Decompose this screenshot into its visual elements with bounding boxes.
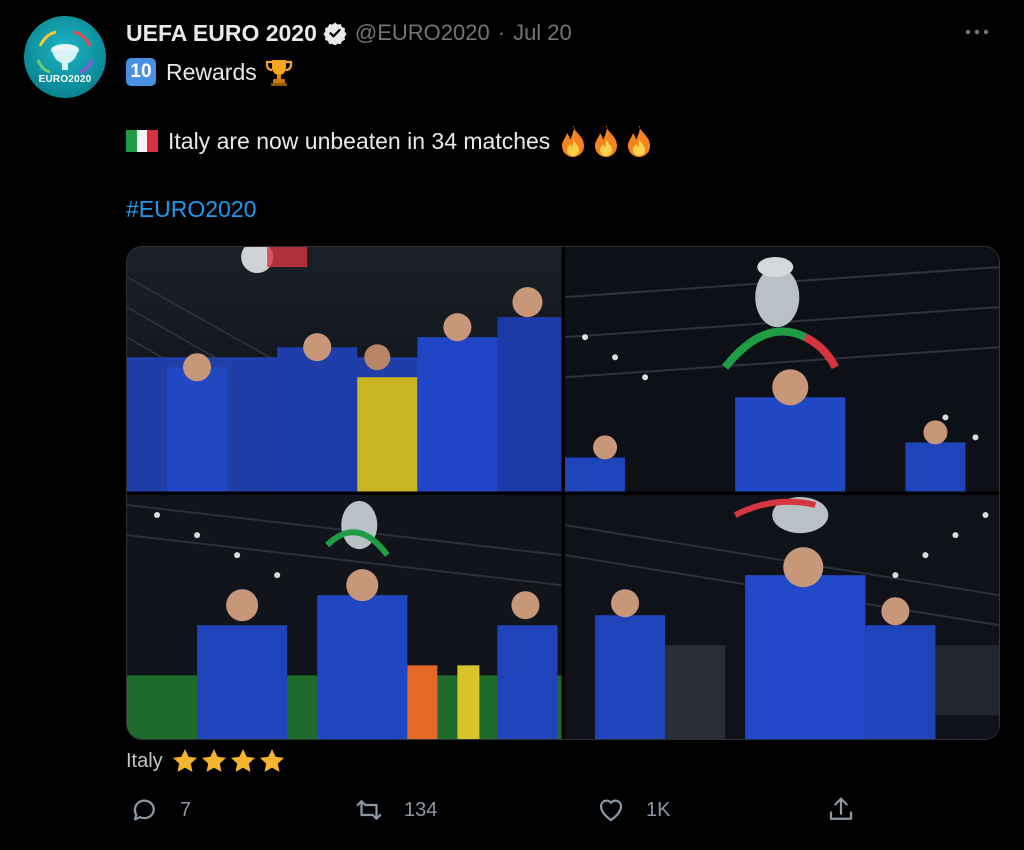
fire-emojis (558, 125, 657, 157)
avatar-label: EURO2020 (38, 74, 92, 85)
fire-icon (595, 126, 618, 157)
tweet-actions: 7 134 1K (126, 790, 998, 830)
star-icon (172, 749, 197, 772)
heart-icon (599, 799, 623, 822)
tweet[interactable]: EURO2020 UEFA EURO 2020 @EURO2020 · Jul … (0, 0, 1024, 850)
caption-text: Italy (126, 749, 163, 772)
trophy-icon (265, 60, 292, 86)
tweet-text-line-1: 10 Rewards (126, 55, 293, 89)
like-count: 1K (646, 798, 671, 821)
retweet-count: 134 (404, 798, 438, 821)
photo-1[interactable] (127, 247, 562, 492)
hashtag-link[interactable]: #EURO2020 (126, 196, 256, 223)
like-button[interactable]: 1K (596, 790, 670, 830)
trophy-celebration-photo-image (564, 494, 999, 739)
celebration-photo-image (127, 247, 562, 492)
display-name[interactable]: UEFA EURO 2020 (126, 20, 317, 47)
reply-button[interactable]: 7 (130, 790, 191, 830)
star-icon (230, 749, 255, 772)
avatar[interactable]: EURO2020 (24, 16, 106, 98)
trophy-lift-photo-image (564, 247, 999, 492)
photo-3[interactable] (127, 494, 562, 739)
rewards-text: Rewards (166, 58, 257, 85)
fire-icon (628, 126, 651, 157)
author-handle[interactable]: @EURO2020 (355, 20, 490, 46)
star-icon (201, 749, 226, 772)
verified-badge-icon (323, 22, 347, 45)
share-icon (829, 797, 853, 820)
retweet-button[interactable]: 134 (354, 790, 437, 830)
italy-flag-icon (126, 130, 158, 152)
fire-icon (562, 126, 585, 157)
reply-count: 7 (180, 798, 192, 821)
tweet-header: UEFA EURO 2020 @EURO2020 · Jul 20 (126, 18, 572, 48)
header-separator: · (497, 20, 506, 45)
media-caption: Italy (126, 744, 287, 778)
euro-trophy-logo-icon (36, 30, 94, 74)
tweet-text-line-2: Italy are now unbeaten in 34 matches (126, 124, 657, 158)
keycap-ten-emoji: 10 (126, 58, 156, 86)
media-grid (126, 246, 1000, 740)
unbeaten-text: Italy are now unbeaten in 34 matches (168, 127, 551, 154)
tweet-text-line-3: #EURO2020 (126, 192, 256, 226)
team-celebration-photo-image (127, 494, 562, 739)
star-rating (171, 747, 287, 775)
share-button[interactable] (826, 790, 856, 830)
photo-4[interactable] (564, 494, 999, 739)
tweet-date[interactable]: Jul 20 (513, 20, 572, 46)
reply-icon (133, 799, 155, 821)
retweet-icon (356, 800, 382, 820)
star-icon (259, 749, 284, 772)
photo-2[interactable] (564, 247, 999, 492)
more-options-icon[interactable] (962, 20, 992, 44)
